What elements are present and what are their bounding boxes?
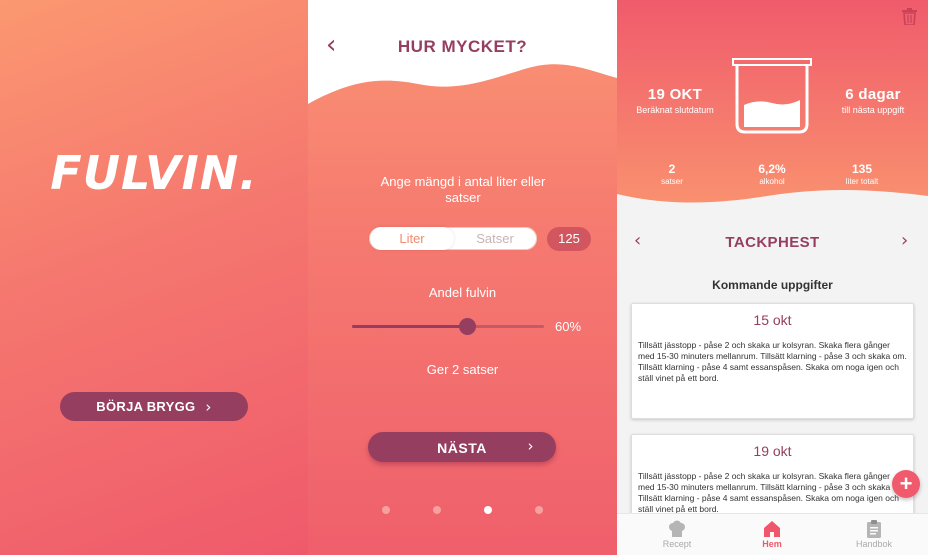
splash-screen: FULVIN. BÖRJA BRYGG › bbox=[0, 0, 308, 555]
share-slider[interactable] bbox=[352, 318, 544, 335]
slider-fill bbox=[352, 325, 468, 328]
toggle-option-satser[interactable]: Satser bbox=[454, 227, 536, 250]
liters-label: liter totalt bbox=[845, 177, 879, 186]
alcohol-label: alkohol bbox=[759, 177, 785, 186]
result-text: Ger 2 satser bbox=[426, 362, 499, 377]
page-title: HUR MYCKET? bbox=[397, 37, 528, 56]
batch-name: TACKPHEST bbox=[725, 234, 820, 251]
tab-handbok[interactable]: Handbok bbox=[829, 514, 919, 549]
slider-handle[interactable] bbox=[459, 318, 477, 335]
amount-screen: ‹ HUR MYCKET? Ange mängd i antal liter e… bbox=[308, 0, 617, 555]
page-dot bbox=[382, 506, 390, 514]
home-icon bbox=[764, 521, 780, 537]
fermenter-icon bbox=[732, 58, 812, 134]
next-task-stat: 6 dagar till nästa uppgift bbox=[821, 86, 925, 115]
page-dot bbox=[433, 506, 441, 514]
alcohol-stat: 6,2% alkohol bbox=[737, 162, 807, 186]
chef-hat-icon bbox=[669, 520, 685, 537]
next-batch-icon[interactable]: › bbox=[901, 230, 908, 251]
task-card[interactable]: 15 okt Tillsätt jässtopp - påse 2 och sk… bbox=[631, 303, 914, 419]
start-brewing-label: BÖRJA BRYGG bbox=[96, 399, 196, 414]
tab-bar: Recept Hem Handbok bbox=[617, 513, 928, 555]
app-logo: FULVIN. bbox=[50, 146, 258, 200]
tab-label: Recept bbox=[662, 539, 692, 549]
page-indicator bbox=[308, 506, 617, 514]
next-button[interactable]: NÄSTA › bbox=[368, 432, 556, 462]
next-task-value: 6 dagar bbox=[845, 86, 901, 103]
chevron-right-icon: › bbox=[205, 397, 212, 416]
task-date: 19 okt bbox=[753, 443, 792, 459]
share-label: Andel fulvin bbox=[428, 285, 497, 300]
task-description: Tillsätt jässtopp - påse 2 och skaka ur … bbox=[638, 340, 907, 383]
batches-stat: 2 satser bbox=[637, 162, 707, 186]
batches-value: 2 bbox=[668, 162, 676, 176]
end-date-value: 19 OKT bbox=[647, 86, 703, 103]
dashboard-screen: 19 OKT Beräknat slutdatum 6 dagar till n… bbox=[617, 0, 928, 555]
page-dot bbox=[484, 506, 492, 514]
batches-label: satser bbox=[661, 177, 683, 186]
chevron-right-icon: › bbox=[527, 437, 534, 455]
next-task-label: till nästa uppgift bbox=[841, 105, 905, 115]
start-brewing-button[interactable]: BÖRJA BRYGG › bbox=[60, 392, 248, 421]
unit-toggle[interactable]: Liter Satser bbox=[369, 227, 537, 250]
upcoming-tasks-title: Kommande uppgifter bbox=[712, 278, 833, 292]
task-date: 15 okt bbox=[753, 312, 792, 328]
end-date-label: Beräknat slutdatum bbox=[636, 105, 714, 115]
page-dot bbox=[535, 506, 543, 514]
amount-input[interactable]: 125 bbox=[547, 227, 591, 251]
liters-value: 135 bbox=[851, 162, 873, 176]
tab-label: Hem bbox=[762, 539, 782, 549]
tab-recept[interactable]: Recept bbox=[632, 514, 722, 549]
tab-hem[interactable]: Hem bbox=[727, 514, 817, 549]
tab-label: Handbok bbox=[855, 539, 893, 549]
toggle-option-liter[interactable]: Liter bbox=[370, 227, 454, 250]
liters-stat: 135 liter totalt bbox=[827, 162, 897, 186]
alcohol-value: 6,2% bbox=[758, 162, 786, 176]
end-date-stat: 19 OKT Beräknat slutdatum bbox=[627, 86, 723, 115]
task-description: Tillsätt jässtopp - påse 2 och skaka ur … bbox=[638, 471, 907, 514]
trash-icon[interactable] bbox=[902, 8, 917, 25]
add-button[interactable]: + bbox=[892, 470, 920, 498]
clipboard-icon bbox=[867, 520, 881, 538]
amount-prompt: Ange mängd i antal liter eller satser bbox=[380, 174, 546, 205]
share-value: 60% bbox=[555, 319, 582, 334]
